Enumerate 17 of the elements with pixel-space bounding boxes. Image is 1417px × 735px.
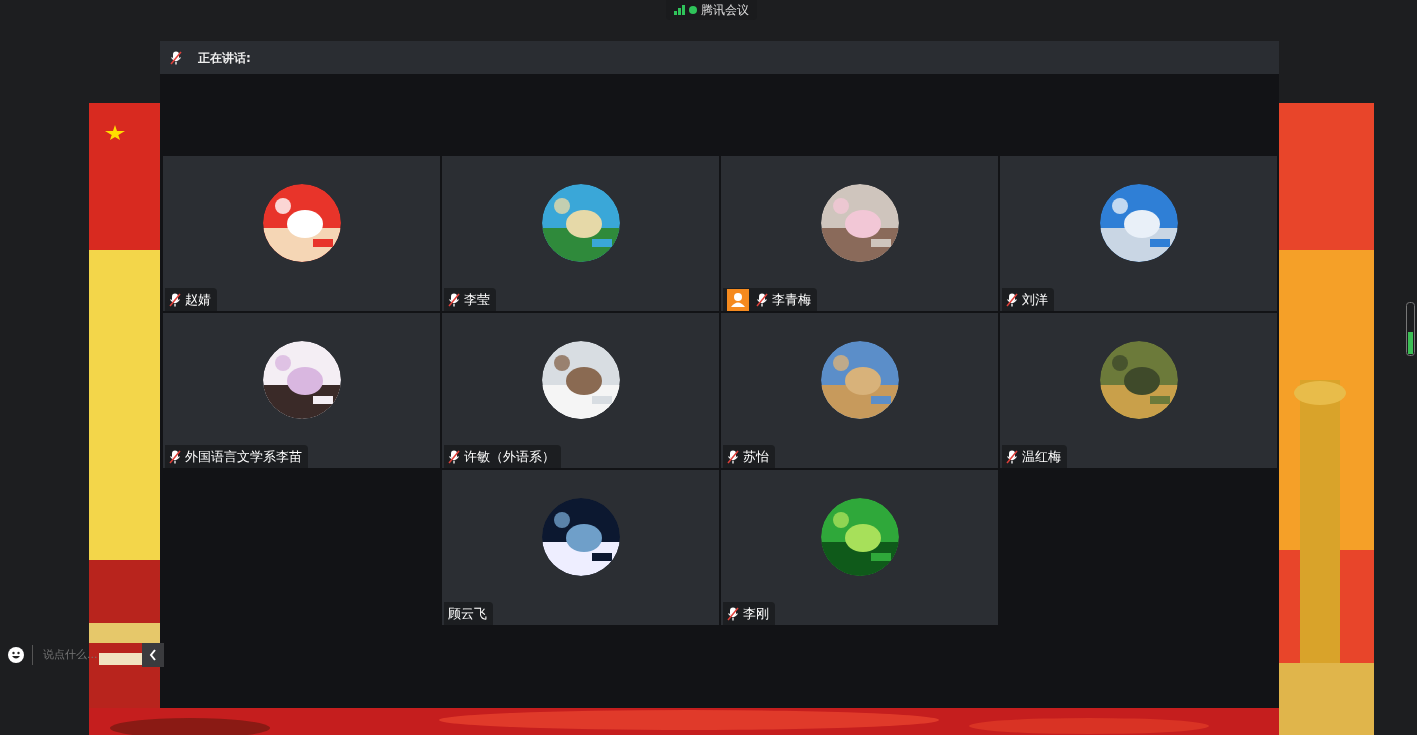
speaking-label: 正在讲话: xyxy=(198,49,251,67)
participant-name: 温红梅 xyxy=(1022,447,1061,466)
participant-name: 许敏（外语系） xyxy=(464,447,555,466)
participant-name: 顾云飞 xyxy=(448,604,487,623)
participant-name: 刘洋 xyxy=(1022,290,1048,309)
status-dot-icon xyxy=(689,6,697,14)
participant-name: 李莹 xyxy=(464,290,490,309)
signal-icon xyxy=(674,5,685,15)
participant-name: 外国语言文学系李苗 xyxy=(185,447,302,466)
muted-mic-icon xyxy=(170,50,182,65)
app-title: 腾讯会议 xyxy=(701,2,749,19)
participant-name: 赵婧 xyxy=(185,290,211,309)
volume-meter-icon xyxy=(1406,302,1415,356)
participant-name: 苏怡 xyxy=(743,447,769,466)
participant-name: 李刚 xyxy=(743,604,769,623)
participant-name: 李青梅 xyxy=(772,290,811,309)
emoji-icon xyxy=(8,647,24,663)
